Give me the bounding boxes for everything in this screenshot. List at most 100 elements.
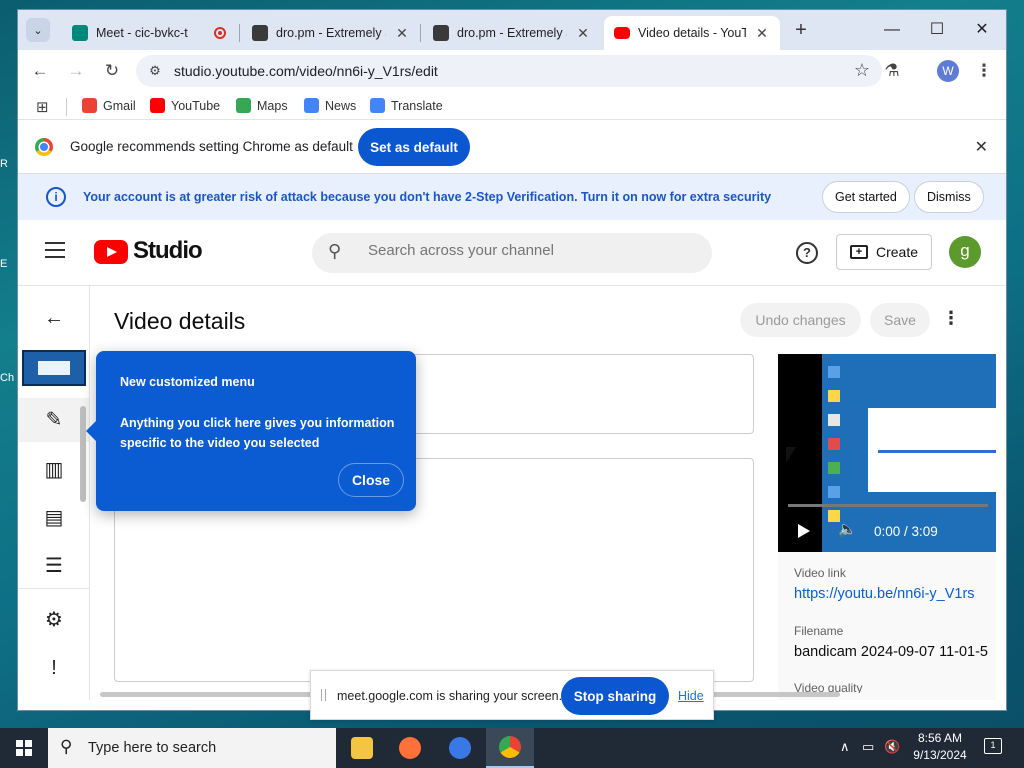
edit-pencil-icon[interactable]: ✎ <box>42 408 66 432</box>
bookmarks-bar: ⊞ Gmail YouTube Maps News Translate <box>18 92 1006 120</box>
close-icon[interactable]: ✕ <box>754 25 770 42</box>
feedback-icon[interactable]: ! <box>42 656 66 680</box>
firefox-icon <box>399 737 421 759</box>
bookmark-translate[interactable]: Translate <box>370 98 443 113</box>
forward-icon[interactable]: → <box>64 59 88 83</box>
close-icon[interactable]: ✕ <box>975 137 988 157</box>
video-link[interactable]: https://youtu.be/nn6i-y_V1rs <box>794 586 975 602</box>
drag-handle-icon[interactable] <box>321 689 326 701</box>
save-button[interactable]: Save <box>870 303 930 337</box>
profile-avatar[interactable]: W <box>937 60 959 82</box>
back-icon[interactable]: ← <box>28 59 52 83</box>
tab-dro-2[interactable]: dro.pm - Extremely S ✕ <box>423 16 601 50</box>
close-window-button[interactable]: ✕ <box>970 18 994 42</box>
tab-dro-1[interactable]: dro.pm - Extremely S ✕ <box>242 16 420 50</box>
info-icon: i <box>46 187 66 207</box>
tab-strip: ⌄ Meet - cic-bvkc-t dro.pm - Extremely S… <box>18 10 1006 50</box>
minimize-button[interactable]: — <box>880 18 904 42</box>
studio-header: Studio ⚲ ? + Create g <box>18 220 1006 286</box>
menu-icon[interactable] <box>45 242 65 258</box>
volume-mute-icon[interactable]: 🔇 <box>884 739 900 755</box>
bookmark-star-icon[interactable]: ☆ <box>854 60 870 81</box>
close-icon[interactable]: ✕ <box>394 25 410 42</box>
bookmark-news[interactable]: News <box>304 98 356 113</box>
meet-icon <box>72 25 88 41</box>
volume-icon[interactable]: 🔈 <box>838 520 857 538</box>
taskbar-search[interactable]: ⚲ Type here to search <box>48 728 336 768</box>
video-preview[interactable]: 🔈 0:00 / 3:09 <box>778 354 996 552</box>
tab-meet[interactable]: Meet - cic-bvkc-t <box>62 16 236 50</box>
labs-flask-icon[interactable]: ⚗ <box>880 59 904 83</box>
share-message: meet.google.com is sharing your screen. <box>337 689 563 703</box>
settings-gear-icon[interactable]: ⚙ <box>42 608 66 632</box>
maps-icon <box>236 98 251 113</box>
tray-overflow-icon[interactable]: ∧ <box>840 739 850 755</box>
create-video-icon: + <box>849 245 868 259</box>
channel-search[interactable]: ⚲ <box>312 233 712 273</box>
bookmark-youtube[interactable]: YouTube <box>150 98 220 113</box>
search-input[interactable] <box>368 242 668 259</box>
bookmark-maps[interactable]: Maps <box>236 98 288 113</box>
screen-share-bar: meet.google.com is sharing your screen. … <box>310 670 714 720</box>
new-tab-button[interactable]: + <box>790 20 812 40</box>
video-frame-progress <box>878 450 996 453</box>
tab-title: dro.pm - Extremely S <box>276 26 386 40</box>
tab-divider <box>239 24 240 42</box>
more-options-icon[interactable]: ⋮ <box>942 308 960 329</box>
studio-logo-text[interactable]: Studio <box>133 237 203 265</box>
popover-title: New customized menu <box>120 375 255 389</box>
maximize-button[interactable]: ☐ <box>925 18 949 42</box>
apps-grid-icon[interactable]: ⊞ <box>36 98 49 116</box>
play-icon[interactable] <box>798 524 810 538</box>
url-text[interactable]: studio.youtube.com/video/nn6i-y_V1rs/edi… <box>174 63 438 79</box>
video-time: 0:00 / 3:09 <box>874 524 938 539</box>
chrome-app[interactable] <box>486 728 534 768</box>
back-arrow-icon[interactable]: ← <box>42 306 66 330</box>
translate-icon <box>370 98 385 113</box>
file-explorer-app[interactable] <box>338 728 386 768</box>
popover-close-button[interactable]: Close <box>338 463 404 497</box>
set-as-default-button[interactable]: Set as default <box>358 128 470 166</box>
left-nav: ← ✎ ▥ ▤ ☰ ⚙ ! <box>18 286 90 700</box>
chromium-icon <box>449 737 471 759</box>
address-bar[interactable]: ⚙ studio.youtube.com/video/nn6i-y_V1rs/e… <box>136 55 882 87</box>
analytics-icon[interactable]: ▥ <box>42 458 66 482</box>
filename-value: bandicam 2024-09-07 11-01-5 <box>794 644 989 660</box>
taskbar-clock[interactable]: 8:56 AM 9/13/2024 <box>907 730 973 764</box>
site-info-icon[interactable]: ⚙ <box>146 62 164 80</box>
close-icon[interactable]: ✕ <box>575 25 591 42</box>
youtube-logo-icon[interactable] <box>94 240 128 264</box>
channel-avatar[interactable]: g <box>949 236 981 268</box>
nav-divider <box>18 588 89 589</box>
create-button[interactable]: + Create <box>836 234 932 270</box>
default-browser-infobar: Google recommends setting Chrome as defa… <box>18 120 1006 174</box>
help-icon[interactable]: ? <box>796 242 818 264</box>
notification-icon[interactable]: 1 <box>984 738 1002 754</box>
undo-changes-button[interactable]: Undo changes <box>740 303 861 337</box>
firefox-app[interactable] <box>386 728 434 768</box>
tab-title: Video details - YouTu <box>638 26 746 40</box>
bookmark-label: YouTube <box>171 98 221 113</box>
reload-icon[interactable]: ↻ <box>100 59 124 83</box>
bookmarks-divider <box>66 98 67 116</box>
bookmark-gmail[interactable]: Gmail <box>82 98 136 113</box>
desktop-icon-label: Ch <box>0 372 15 384</box>
video-progress-bar[interactable] <box>788 504 988 507</box>
network-icon[interactable]: ▭ <box>862 739 874 755</box>
mouse-cursor-icon <box>786 447 796 463</box>
comments-icon[interactable]: ☰ <box>42 554 66 578</box>
tab-search-button[interactable]: ⌄ <box>26 18 50 42</box>
editor-clapper-icon[interactable]: ▤ <box>42 506 66 530</box>
windows-start-icon[interactable] <box>16 740 32 756</box>
hide-link[interactable]: Hide <box>678 689 704 703</box>
get-started-button[interactable]: Get started <box>822 181 910 213</box>
stop-sharing-button[interactable]: Stop sharing <box>561 677 669 715</box>
taskbar-search-placeholder: Type here to search <box>88 740 217 756</box>
chrome-menu-icon[interactable]: ⋮ <box>972 59 996 83</box>
video-thumbnail[interactable] <box>22 350 86 386</box>
tab-video-details[interactable]: Video details - YouTu ✕ <box>604 16 780 50</box>
browser-toolbar: ← → ↻ ⚙ studio.youtube.com/video/nn6i-y_… <box>18 50 1006 92</box>
dismiss-button[interactable]: Dismiss <box>914 181 984 213</box>
customized-menu-popover: New customized menu Anything you click h… <box>86 351 416 511</box>
chromium-app[interactable] <box>436 728 484 768</box>
